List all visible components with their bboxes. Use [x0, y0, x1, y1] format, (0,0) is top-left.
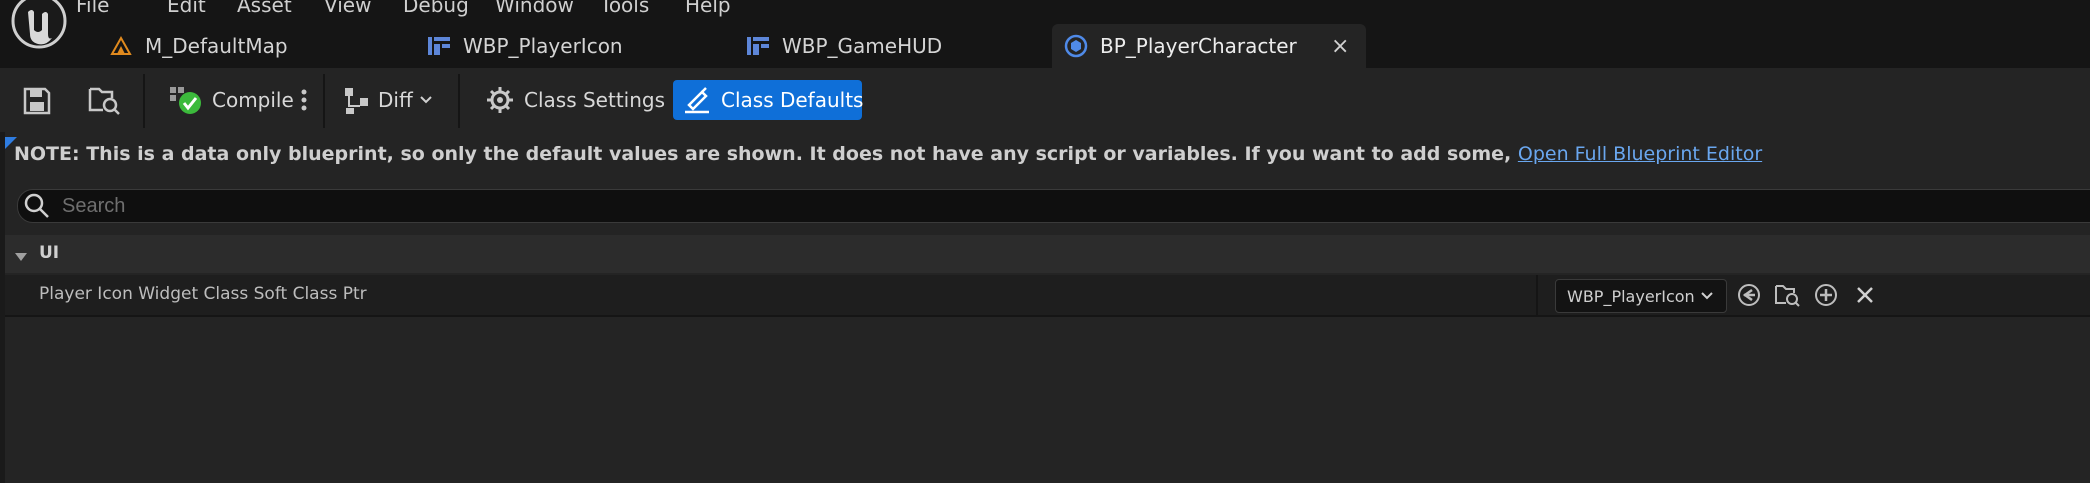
menu-asset[interactable]: Asset	[237, 0, 292, 17]
data-only-note: NOTE: This is a data only blueprint, so …	[14, 143, 1762, 165]
unreal-logo-icon[interactable]	[8, 0, 74, 58]
tab-wbp-gamehud[interactable]: WBP_GameHUD	[744, 24, 942, 68]
menu-file[interactable]: File	[76, 0, 109, 17]
tab-bp-playercharacter[interactable]: BP_PlayerCharacter	[1062, 24, 1297, 68]
menu-help[interactable]: Help	[685, 0, 731, 17]
compile-label: Compile	[212, 88, 294, 112]
class-settings-label: Class Settings	[524, 88, 666, 112]
diff-button[interactable]: Diff	[342, 80, 433, 120]
class-settings-button[interactable]: Class Settings	[486, 80, 665, 120]
menu-window[interactable]: Window	[495, 0, 574, 17]
class-defaults-label: Class Defaults	[721, 88, 864, 112]
diff-label: Diff	[378, 88, 413, 112]
title-bar	[0, 0, 2090, 68]
class-defaults-content: Class Defaults	[683, 80, 863, 120]
class-picker-combo[interactable]: WBP_PlayerIcon	[1555, 279, 1727, 313]
save-icon[interactable]	[22, 86, 52, 120]
menu-view[interactable]: View	[324, 0, 371, 17]
browse-to-asset-icon[interactable]	[87, 84, 121, 120]
tab-close-button[interactable]: ×	[1331, 34, 1349, 59]
open-full-blueprint-editor-link[interactable]: Open Full Blueprint Editor	[1518, 143, 1762, 165]
widget-blueprint-icon	[744, 32, 772, 60]
menu-debug[interactable]: Debug	[403, 0, 469, 17]
blueprint-icon	[1062, 32, 1090, 60]
tab-m-defaultmap[interactable]: M_DefaultMap	[107, 24, 288, 68]
menu-edit[interactable]: Edit	[167, 0, 206, 17]
tab-label: BP_PlayerCharacter	[1100, 34, 1297, 58]
tab-wbp-playericon[interactable]: WBP_PlayerIcon	[425, 24, 623, 68]
menu-tools[interactable]: Tools	[600, 0, 649, 17]
compile-options-icon[interactable]	[300, 88, 308, 116]
toolbar-separator	[458, 74, 460, 128]
tab-label: WBP_PlayerIcon	[463, 34, 623, 58]
edit-defaults-icon	[683, 85, 713, 115]
note-text: NOTE: This is a data only blueprint, so …	[14, 143, 1518, 165]
use-selected-asset-icon[interactable]	[1735, 281, 1763, 309]
class-picker-value: WBP_PlayerIcon	[1567, 286, 1695, 306]
tab-label: WBP_GameHUD	[782, 34, 943, 58]
tab-label: M_DefaultMap	[145, 34, 288, 58]
clear-icon[interactable]	[1851, 281, 1879, 309]
material-icon	[107, 32, 135, 60]
browse-to-asset-icon[interactable]	[1773, 281, 1801, 309]
create-new-icon[interactable]	[1812, 281, 1840, 309]
compile-button[interactable]: Compile	[168, 80, 294, 120]
toolbar-separator	[323, 74, 325, 128]
category-header-ui[interactable]	[5, 235, 2090, 273]
category-label: UI	[39, 243, 60, 263]
toolbar-separator	[143, 74, 145, 128]
widget-blueprint-icon	[425, 32, 453, 60]
gear-icon	[486, 86, 514, 114]
chevron-down-icon	[419, 95, 433, 105]
collapse-arrow-icon[interactable]	[14, 248, 28, 267]
diff-icon	[342, 84, 374, 116]
property-label: Player Icon Widget Class Soft Class Ptr	[39, 284, 367, 304]
chevron-down-icon	[1700, 291, 1714, 301]
search-input[interactable]	[60, 190, 1964, 222]
row-splitter[interactable]	[1536, 275, 1538, 315]
toolbar	[0, 68, 2090, 132]
search-icon	[23, 192, 51, 224]
compile-ok-icon	[168, 84, 204, 116]
